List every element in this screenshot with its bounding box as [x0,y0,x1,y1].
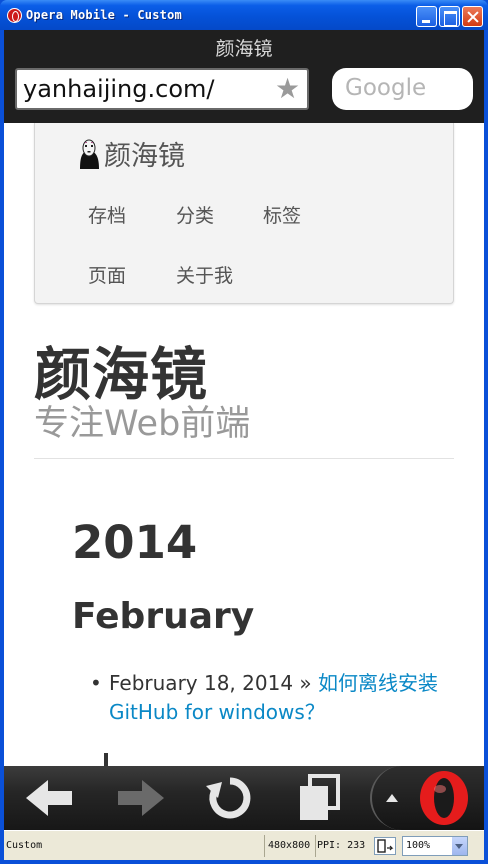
zoom-value: 100% [406,840,431,851]
app-window: Opera Mobile - Custom 颜海镜 yanhaijing.com… [0,0,488,864]
close-button[interactable] [462,6,483,27]
maximize-button[interactable] [439,6,460,27]
opera-menu-panel[interactable] [370,766,484,830]
archive-year: 2014 [72,516,198,569]
back-arrow-icon[interactable] [22,766,78,830]
search-placeholder[interactable]: Google [345,75,426,101]
brand-name[interactable]: 颜海镜 [104,134,185,173]
menu-up-icon[interactable] [384,788,400,808]
divider [34,458,454,459]
browser-bottom-toolbar [4,766,484,830]
window-title: Opera Mobile - Custom [26,8,182,22]
browser-top-bar: 颜海镜 yanhaijing.com/ ★ Google [4,30,484,123]
site-brand[interactable]: 颜海镜 [78,134,185,173]
post-link[interactable]: 如何离线安装 [318,671,438,695]
status-separator [264,835,265,857]
status-bar: Custom 480x800 PPI: 233 100% [4,830,484,860]
star-icon[interactable]: ★ [275,74,300,104]
opera-app-icon[interactable] [7,8,22,23]
site-navbar: 颜海镜 存档 分类 标签 页面 关于我 [34,123,454,304]
post-link-continued[interactable]: GitHub for windows？ [109,700,325,724]
zoom-select[interactable]: 100% [402,836,468,856]
rotate-screen-button[interactable] [374,837,396,855]
opera-logo-icon[interactable] [416,769,472,827]
minimize-button[interactable] [416,6,437,27]
status-separator [315,835,316,857]
bullet: • [90,671,102,695]
clipped-text [104,753,108,766]
nav-about[interactable]: 关于我 [176,261,233,288]
archive-month: February [72,596,255,637]
browser-client-area: 颜海镜 yanhaijing.com/ ★ Google 颜海镜 存档 分类 标… [4,30,484,830]
post-date: February 18, 2014 [109,671,294,695]
search-field[interactable]: Google [332,68,473,110]
status-resolution: 480x800 [268,840,311,851]
tabs-icon[interactable] [292,766,348,830]
forward-arrow-icon[interactable] [112,766,168,830]
post-separator: » [293,671,318,695]
post-line-2: GitHub for windows？ [109,698,325,727]
chevron-down-icon[interactable] [452,837,467,855]
web-page[interactable]: 颜海镜 存档 分类 标签 页面 关于我 颜海镜 专注Web前端 2014 Feb… [4,123,484,766]
nav-archive[interactable]: 存档 [88,201,126,228]
nav-pages[interactable]: 页面 [88,261,126,288]
post-line-1: February 18, 2014 » 如何离线安装 [109,669,438,698]
site-subtitle: 专注Web前端 [34,404,251,444]
title-bar[interactable]: Opera Mobile - Custom [0,0,488,30]
page-title: 颜海镜 [215,38,273,60]
address-text[interactable]: yanhaijing.com/ [23,75,214,103]
no-face-avatar-icon [80,139,99,169]
nav-tags[interactable]: 标签 [263,201,301,228]
reload-icon[interactable] [202,766,258,830]
status-profile: Custom [6,840,43,851]
address-bar[interactable]: yanhaijing.com/ ★ [15,68,309,110]
nav-categories[interactable]: 分类 [176,201,214,228]
status-ppi: PPI: 233 [317,840,366,851]
rotate-icon [377,839,394,853]
